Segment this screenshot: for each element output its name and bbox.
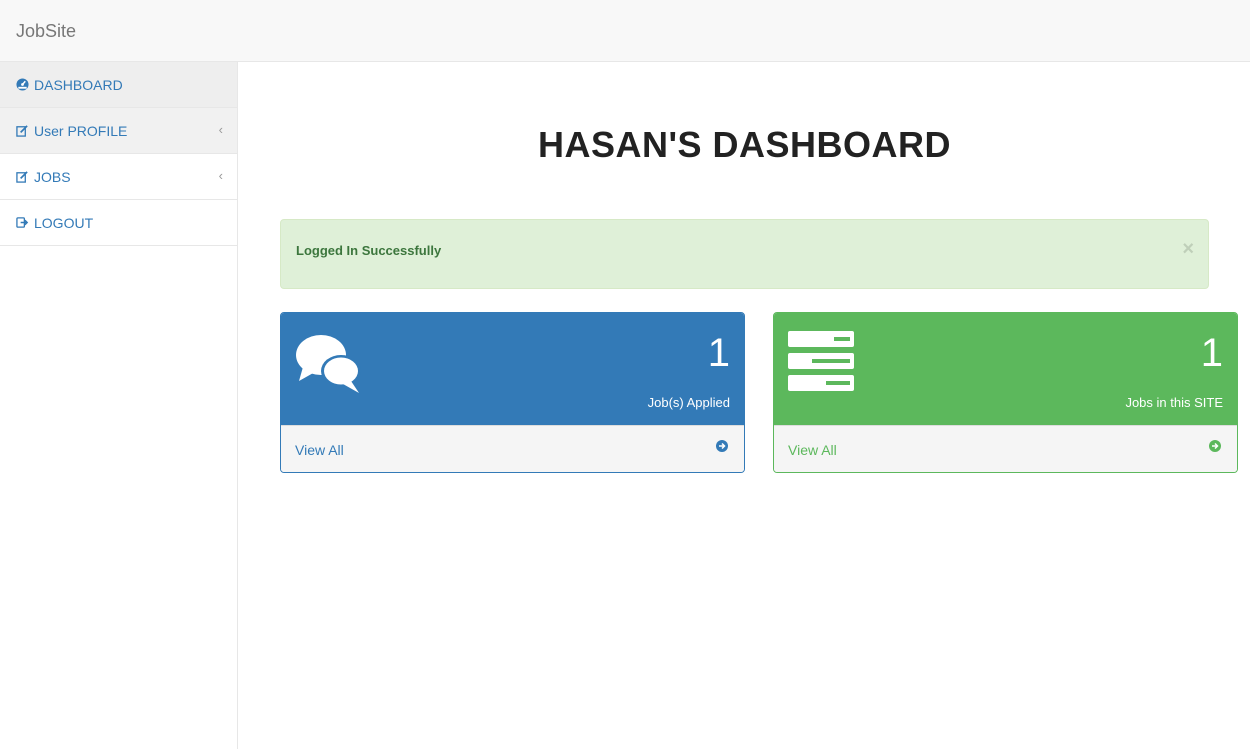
top-navbar: JobSite: [0, 0, 1250, 62]
sidebar-item-label: LOGOUT: [34, 214, 94, 231]
edit-icon: [16, 170, 34, 183]
brand-link[interactable]: JobSite: [16, 21, 76, 42]
jobs-applied-panel: 1 Job(s) Applied View All: [280, 312, 745, 473]
applied-label: Job(s) Applied: [647, 395, 730, 410]
chevron-left-icon: ‹: [218, 122, 223, 137]
sidebar-item-logout[interactable]: LOGOUT: [0, 200, 237, 246]
arrow-circle-right-icon: [1209, 439, 1221, 457]
sidebar-item-dashboard[interactable]: DASHBOARD: [0, 62, 237, 108]
server-icon: [788, 331, 856, 398]
view-all-site-jobs-link[interactable]: View All: [774, 425, 1237, 472]
site-jobs-count: 1: [1200, 331, 1223, 375]
sidebar: DASHBOARD User PROFILE ‹ JOBS ‹ LOGOUT: [0, 62, 238, 749]
sidebar-item-label: User PROFILE: [34, 122, 128, 139]
sidebar-item-jobs[interactable]: JOBS ‹: [0, 154, 237, 200]
dashboard-icon: [16, 78, 34, 91]
comments-icon: [295, 331, 365, 402]
site-jobs-panel: 1 Jobs in this SITE View All: [773, 312, 1238, 473]
view-all-text: View All: [295, 442, 344, 458]
arrow-circle-right-icon: [716, 439, 728, 457]
view-all-applied-link[interactable]: View All: [281, 425, 744, 472]
page-title: HASAN'S DASHBOARD: [537, 124, 952, 165]
chevron-left-icon: ‹: [218, 168, 223, 183]
sidebar-item-label: DASHBOARD: [34, 76, 123, 93]
main-content: HASAN'S DASHBOARD Logged In Successfully…: [239, 62, 1250, 749]
applied-count: 1: [707, 331, 730, 375]
close-icon[interactable]: ×: [1182, 238, 1194, 261]
sidebar-item-label: JOBS: [34, 168, 71, 185]
edit-icon: [16, 124, 34, 137]
site-jobs-label: Jobs in this SITE: [1125, 395, 1223, 410]
view-all-text: View All: [788, 442, 837, 458]
logout-icon: [16, 216, 34, 229]
sidebar-item-user-profile[interactable]: User PROFILE ‹: [0, 108, 237, 154]
success-alert: Logged In Successfully ×: [280, 219, 1209, 289]
alert-message: Logged In Successfully: [296, 243, 442, 258]
